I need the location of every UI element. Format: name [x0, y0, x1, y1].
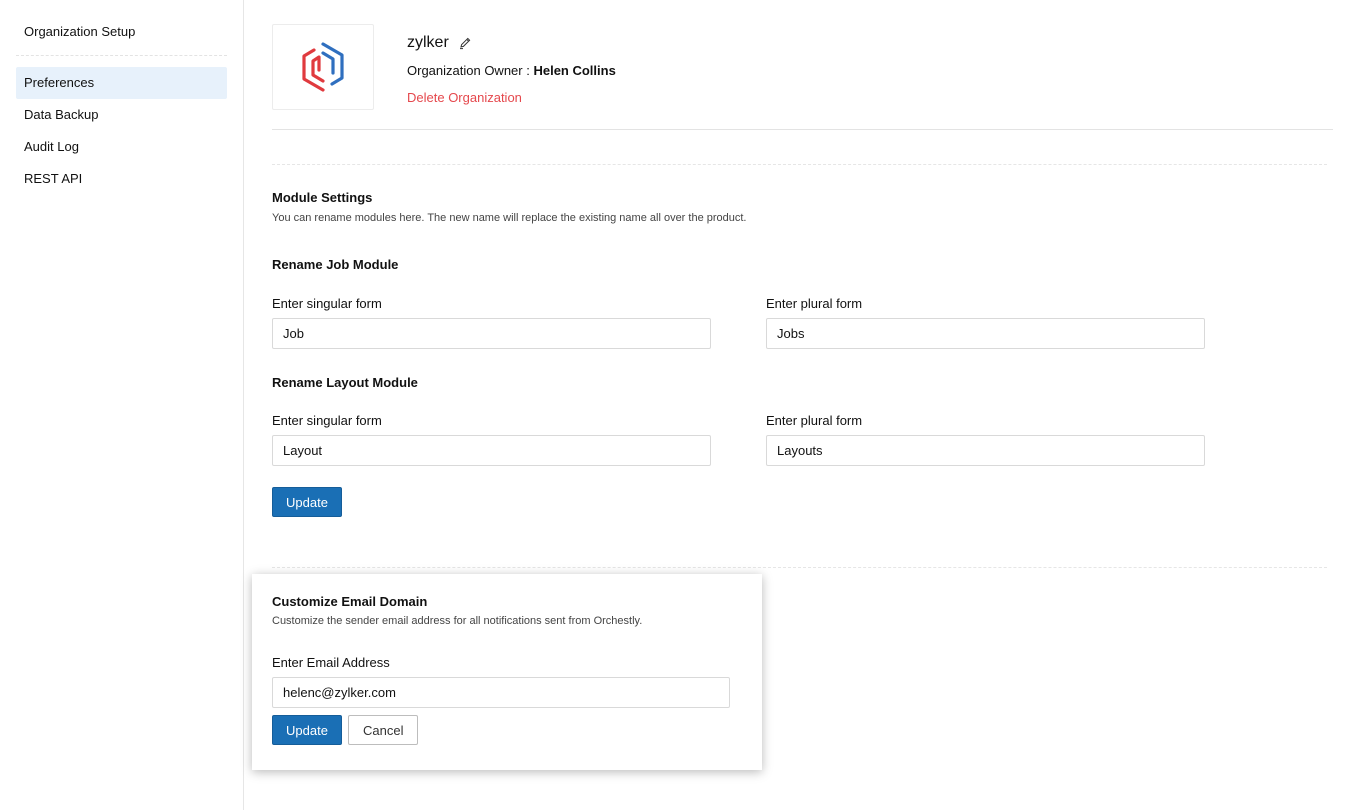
module-settings-description: You can rename modules here. The new nam…	[272, 212, 747, 224]
sidebar: Organization Setup Preferences Data Back…	[0, 0, 244, 810]
sidebar-nav: Preferences Data Backup Audit Log REST A…	[16, 67, 227, 195]
org-logo[interactable]	[272, 24, 374, 110]
header-divider	[272, 129, 1333, 130]
module-settings-title: Module Settings	[272, 190, 373, 205]
sidebar-item-rest-api[interactable]: REST API	[16, 163, 227, 195]
org-name-row: zylker	[407, 34, 472, 52]
layout-singular-label: Enter singular form	[272, 413, 382, 428]
email-domain-description: Customize the sender email address for a…	[272, 615, 643, 627]
email-domain-card: Customize Email Domain Customize the sen…	[252, 574, 762, 770]
sidebar-heading: Organization Setup	[24, 24, 136, 39]
job-plural-label: Enter plural form	[766, 296, 863, 311]
email-domain-title: Customize Email Domain	[272, 594, 428, 609]
email-address-label: Enter Email Address	[272, 655, 390, 670]
email-address-input[interactable]	[272, 677, 730, 708]
job-singular-label: Enter singular form	[272, 296, 382, 311]
layout-singular-input[interactable]	[272, 435, 711, 466]
email-cancel-button[interactable]: Cancel	[348, 715, 419, 745]
layout-plural-input[interactable]	[766, 435, 1205, 466]
module-update-button[interactable]: Update	[272, 487, 342, 517]
rename-layout-title: Rename Layout Module	[272, 375, 418, 390]
org-name: zylker	[407, 34, 449, 51]
layout-plural-label: Enter plural form	[766, 413, 863, 428]
sidebar-item-data-backup[interactable]: Data Backup	[16, 99, 227, 131]
section-divider-2	[272, 567, 1327, 568]
job-singular-input[interactable]	[272, 318, 711, 349]
pencil-icon[interactable]	[458, 36, 472, 50]
job-plural-input[interactable]	[766, 318, 1205, 349]
email-update-button[interactable]: Update	[272, 715, 342, 745]
org-owner: Organization Owner : Helen Collins	[407, 63, 616, 78]
owner-name: Helen Collins	[533, 63, 616, 78]
sidebar-divider	[16, 55, 227, 56]
section-divider	[272, 164, 1327, 165]
sidebar-item-audit-log[interactable]: Audit Log	[16, 131, 227, 163]
sidebar-item-preferences[interactable]: Preferences	[16, 67, 227, 99]
owner-label: Organization Owner :	[407, 63, 530, 78]
rename-job-title: Rename Job Module	[272, 257, 399, 272]
delete-organization-link[interactable]: Delete Organization	[407, 90, 522, 105]
zylker-logo-icon	[302, 42, 344, 92]
